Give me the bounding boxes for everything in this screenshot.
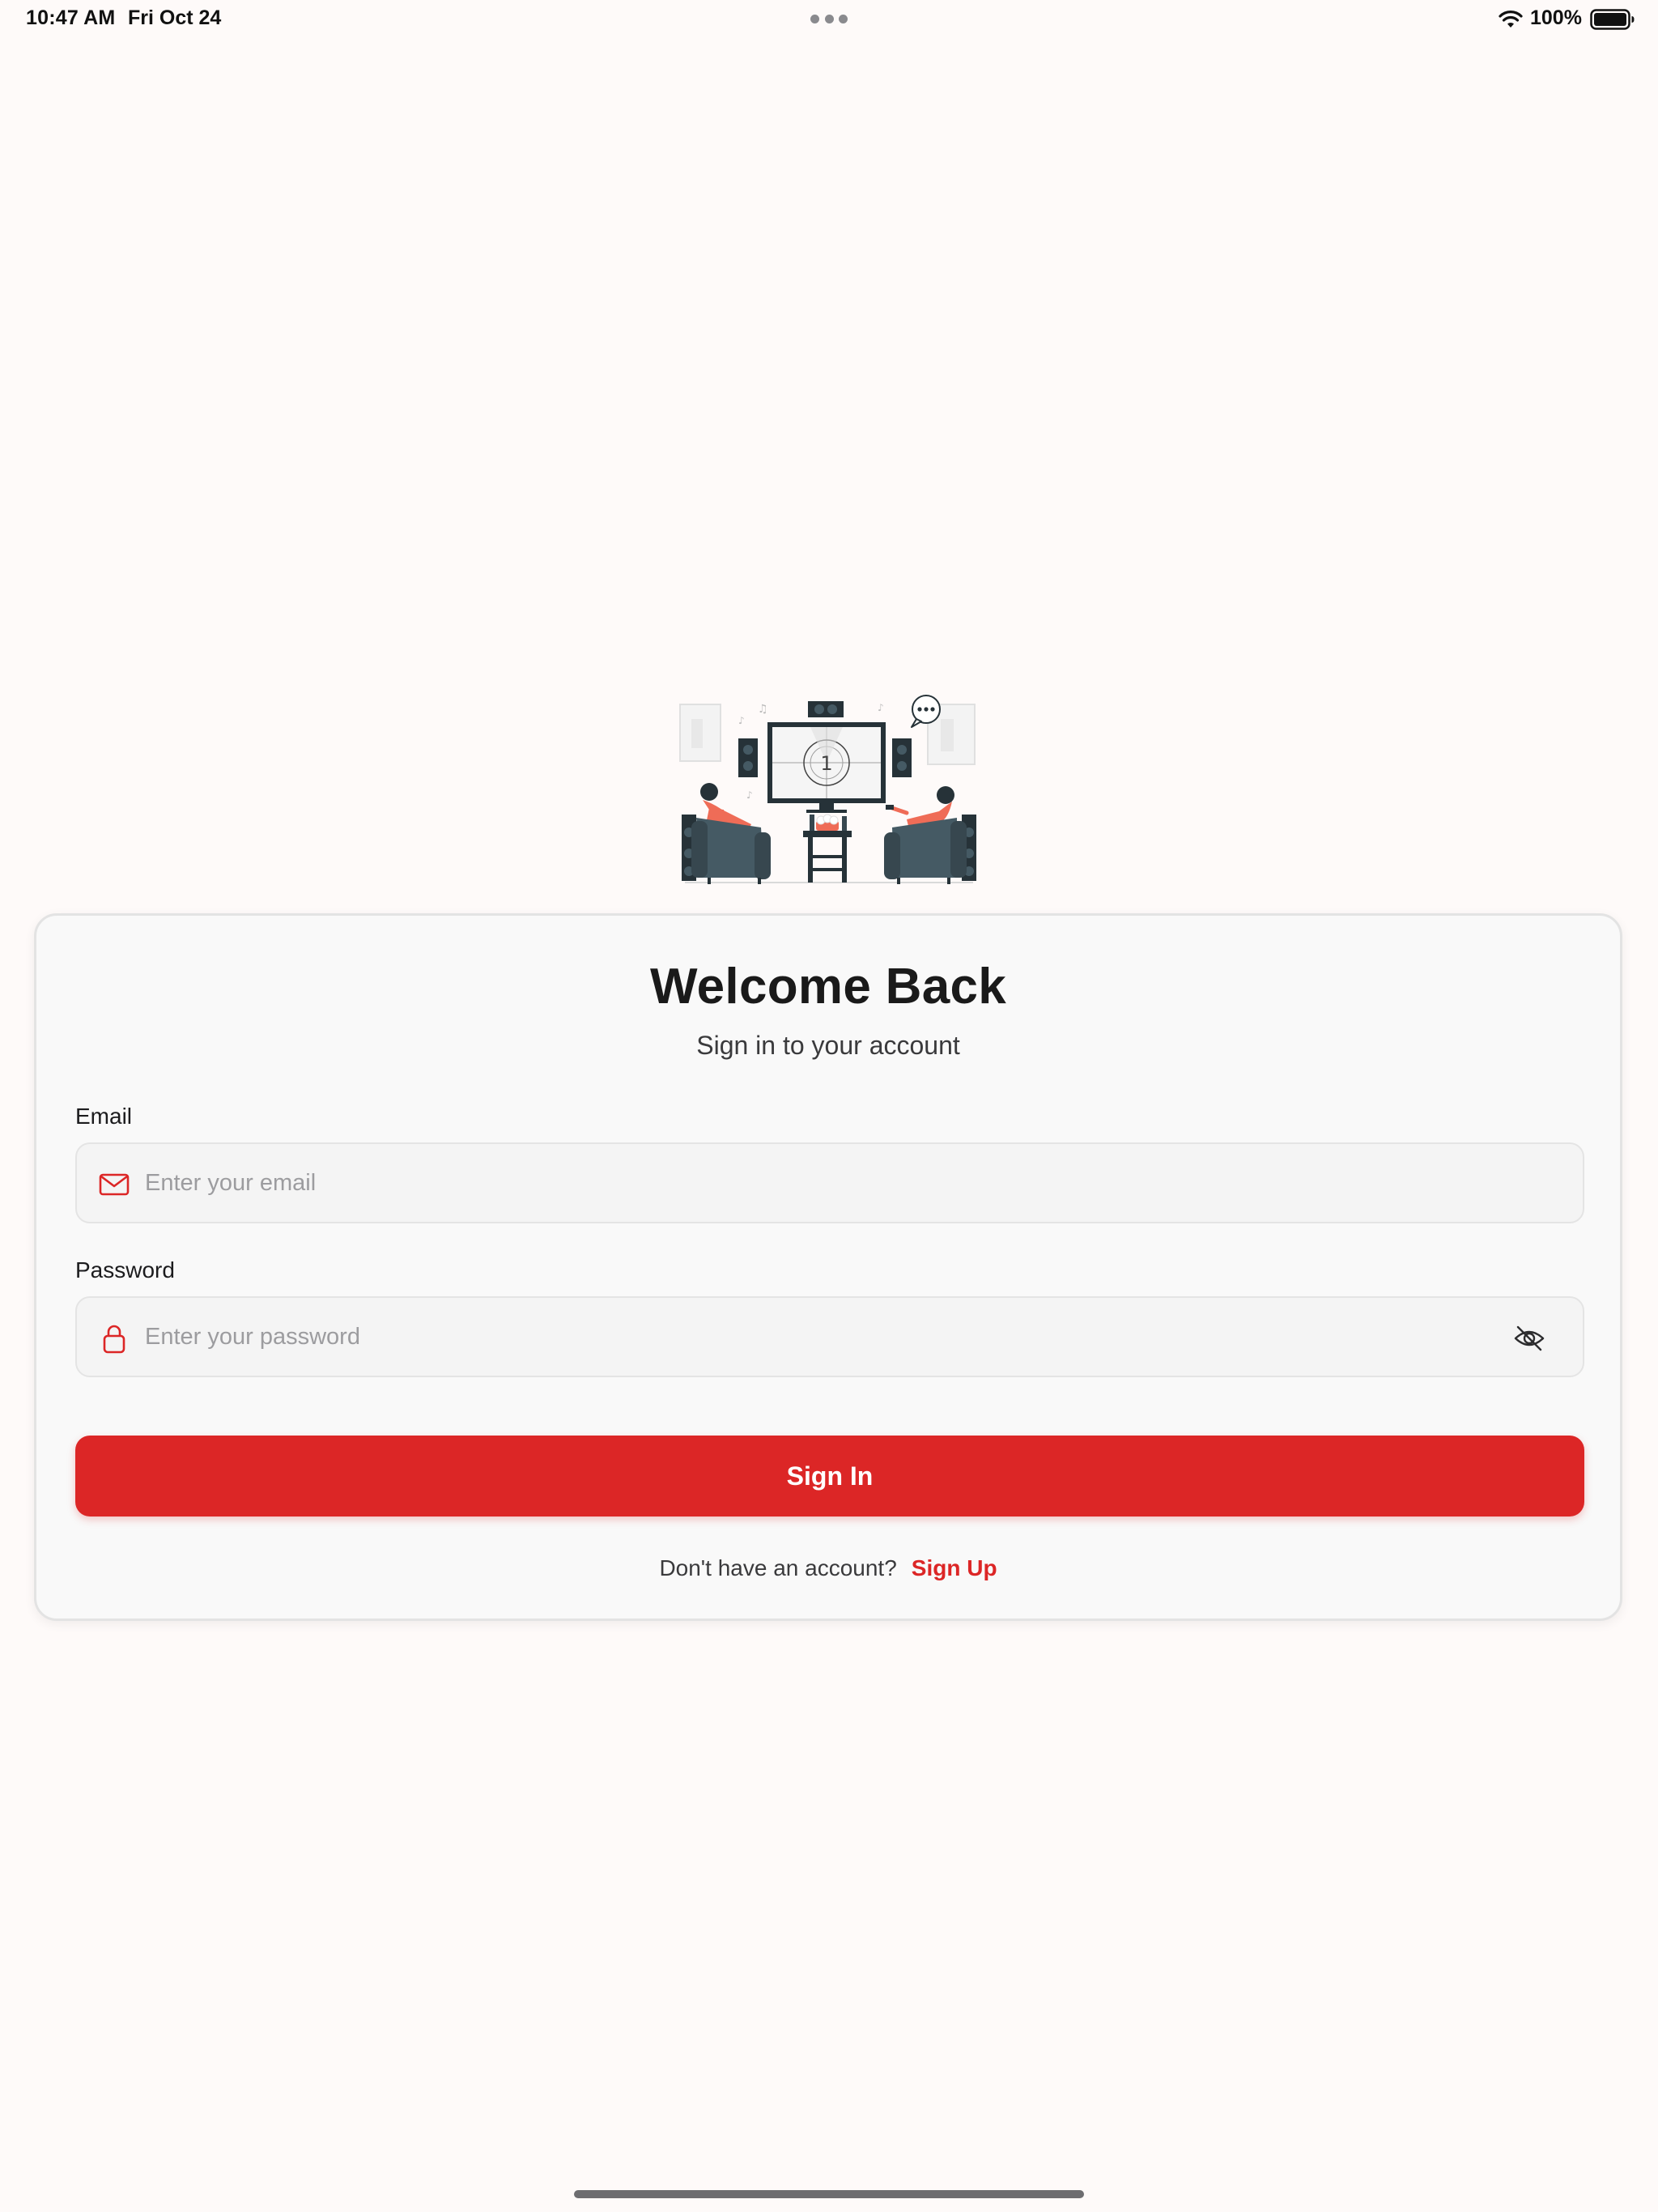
status-bar: 10:47 AM Fri Oct 24 100% — [0, 0, 1658, 39]
signup-prompt: Don't have an account? — [659, 1555, 897, 1580]
svg-text:♫: ♫ — [758, 703, 768, 716]
sign-up-link[interactable]: Sign Up — [912, 1555, 997, 1580]
password-input[interactable] — [145, 1298, 1489, 1376]
battery-icon — [1590, 9, 1635, 30]
email-field[interactable] — [75, 1142, 1584, 1223]
mail-icon — [99, 1173, 130, 1196]
home-indicator[interactable] — [574, 2190, 1084, 2198]
lock-icon — [103, 1325, 125, 1354]
multitasking-dots-icon[interactable] — [810, 15, 848, 24]
home-theater-illustration: 1 ♫ ♪ ♪ ♪ — [679, 695, 976, 884]
page-title: Welcome Back — [649, 959, 1007, 1015]
page-subtitle: Sign in to your account — [696, 1031, 960, 1060]
battery-percentage: 100% — [1530, 6, 1582, 29]
password-label: Password — [75, 1257, 175, 1283]
email-label: Email — [75, 1104, 133, 1129]
password-field[interactable] — [75, 1296, 1584, 1377]
svg-text:♪: ♪ — [878, 702, 884, 713]
screen-number: 1 — [820, 752, 832, 775]
sign-in-button[interactable]: Sign In — [75, 1436, 1584, 1516]
login-card: Welcome Back Sign in to your account Ema… — [34, 913, 1622, 1621]
svg-text:♪: ♪ — [738, 715, 745, 726]
svg-text:♪: ♪ — [746, 789, 753, 801]
status-time: 10:47 AM — [26, 6, 116, 29]
eye-off-icon[interactable] — [1513, 1322, 1545, 1355]
email-input[interactable] — [145, 1144, 1489, 1222]
wifi-icon — [1499, 11, 1523, 28]
status-date: Fri Oct 24 — [128, 6, 222, 29]
signup-row: Don't have an account? Sign Up — [36, 1555, 1620, 1581]
